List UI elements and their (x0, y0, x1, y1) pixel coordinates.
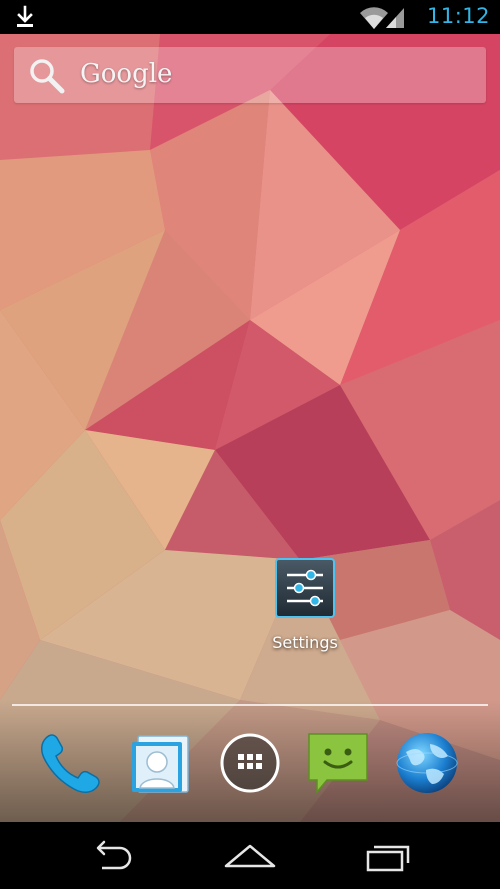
settings-icon (275, 558, 335, 618)
browser-icon[interactable] (392, 728, 462, 798)
all-apps-icon[interactable] (215, 728, 285, 798)
download-icon[interactable] (12, 5, 38, 29)
navigation-bar (0, 822, 500, 889)
wallpaper (0, 0, 500, 822)
back-icon[interactable] (80, 838, 140, 874)
home-icon[interactable] (220, 838, 280, 874)
messaging-icon[interactable] (303, 728, 373, 798)
dock (0, 716, 500, 816)
search-bar-label: Google (80, 59, 173, 89)
settings-shortcut[interactable]: Settings (260, 556, 350, 656)
signal-icon (386, 8, 404, 28)
settings-label: Settings (272, 633, 338, 652)
search-icon (30, 59, 65, 94)
status-clock: 11:12 (426, 4, 490, 28)
home-screen: 11:12 Google Settings (0, 0, 500, 889)
recent-apps-icon[interactable] (360, 838, 420, 874)
google-search-bar[interactable]: Google (14, 47, 486, 103)
dock-divider (12, 704, 488, 706)
status-bar: 11:12 (0, 0, 500, 34)
people-icon[interactable] (126, 728, 196, 798)
phone-icon[interactable] (36, 728, 106, 798)
